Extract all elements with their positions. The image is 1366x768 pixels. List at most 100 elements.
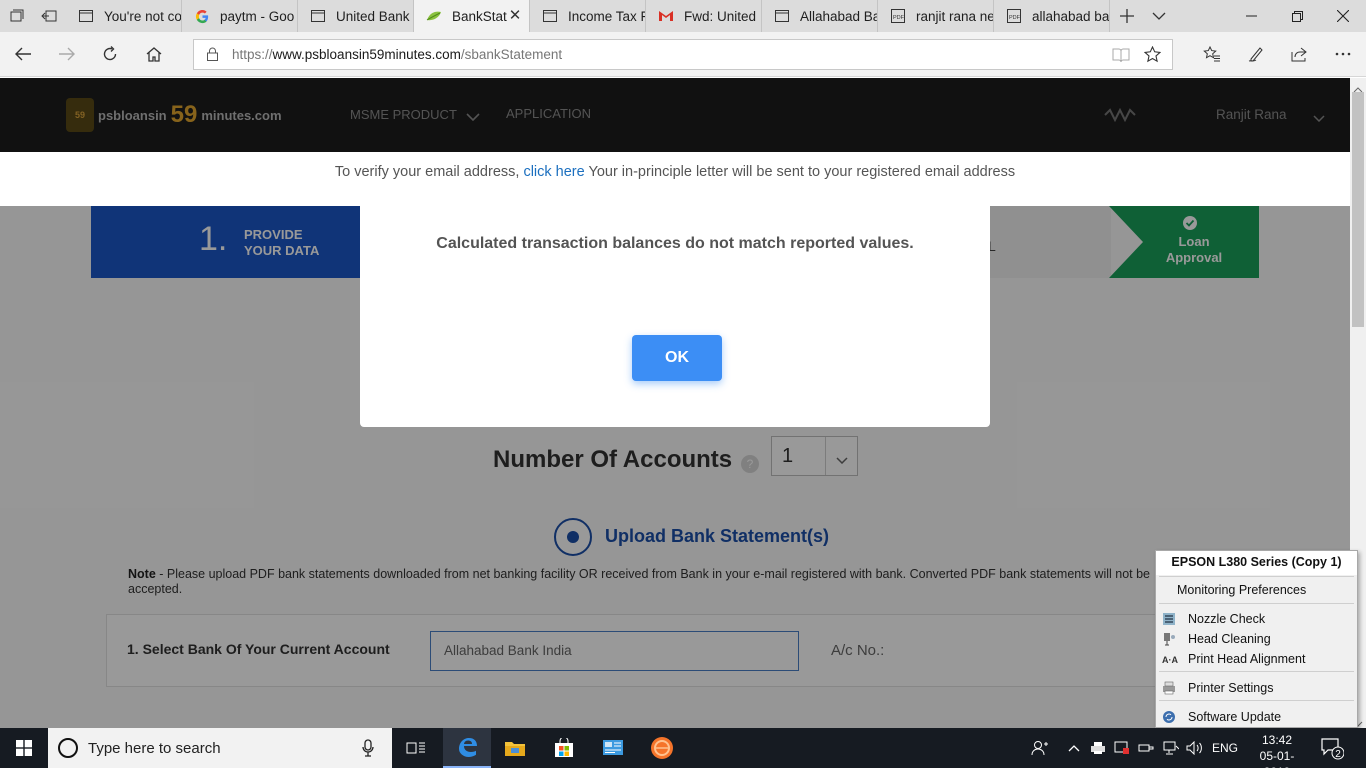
modal-overlay-header bbox=[0, 78, 1350, 152]
set-tabs-aside-icon[interactable] bbox=[32, 0, 66, 32]
taskbar-search-box[interactable]: Type here to search bbox=[48, 728, 392, 768]
verify-prefix-text: To verify your email address, bbox=[334, 164, 520, 180]
tab-label: BankStat bbox=[452, 8, 507, 24]
url-prefix: https:// bbox=[232, 47, 273, 62]
browser-toolbar: https://www.psbloansin59minutes.com/sban… bbox=[0, 32, 1366, 77]
printer-settings-icon bbox=[1162, 681, 1176, 695]
menu-item-nozzle-check[interactable]: Nozzle Check bbox=[1156, 609, 1357, 629]
back-icon[interactable] bbox=[6, 38, 40, 70]
tab-ranjit-rana-pdf[interactable]: PDF ranjit rana ne bbox=[878, 0, 994, 32]
close-tab-icon[interactable]: ✕ bbox=[507, 8, 523, 24]
svg-text:A·A: A·A bbox=[1162, 655, 1178, 665]
menu-item-printer-settings[interactable]: Printer Settings bbox=[1156, 678, 1357, 698]
tab-label: Fwd: United I bbox=[684, 8, 761, 24]
scrollbar-thumb[interactable] bbox=[1352, 92, 1364, 327]
tab-label: ranjit rana ne bbox=[916, 8, 993, 24]
favorite-star-icon[interactable] bbox=[1143, 45, 1162, 68]
store-icon[interactable] bbox=[540, 728, 588, 768]
show-hidden-icons-chevron-icon[interactable] bbox=[1064, 728, 1084, 768]
edge-browser-icon[interactable] bbox=[443, 728, 491, 768]
tab-income-tax[interactable]: Income Tax F bbox=[530, 0, 646, 32]
tab-allahabad-pdf[interactable]: PDF allahabad ba bbox=[994, 0, 1110, 32]
google-icon bbox=[194, 8, 210, 24]
tab-paytm-google[interactable]: paytm - Goo bbox=[182, 0, 298, 32]
verify-suffix-text: Your in-principle letter will be sent to… bbox=[588, 164, 1016, 180]
tab-preview-icon[interactable] bbox=[0, 0, 34, 32]
favorites-hub-icon[interactable] bbox=[1195, 38, 1229, 70]
ok-button[interactable]: OK bbox=[632, 335, 722, 381]
forward-icon[interactable] bbox=[50, 38, 84, 70]
printer-menu-header[interactable]: EPSON L380 Series (Copy 1) bbox=[1156, 551, 1357, 575]
minimize-icon[interactable] bbox=[1228, 0, 1274, 32]
action-center-icon[interactable]: 2 bbox=[1320, 736, 1345, 765]
tab-label: Income Tax F bbox=[568, 8, 645, 24]
verify-email-link[interactable]: click here bbox=[523, 164, 584, 180]
system-clock[interactable]: 13:42 05-01-2019 bbox=[1249, 732, 1305, 768]
notes-pen-icon[interactable] bbox=[1239, 38, 1273, 70]
people-icon[interactable] bbox=[1028, 728, 1052, 768]
head-cleaning-icon bbox=[1162, 632, 1176, 646]
url-text: https://www.psbloansin59minutes.com/sban… bbox=[232, 47, 562, 62]
security-alert-icon[interactable] bbox=[1112, 728, 1132, 768]
file-explorer-icon[interactable] bbox=[491, 728, 539, 768]
menu-item-label: Nozzle Check bbox=[1188, 612, 1266, 626]
page-icon bbox=[310, 8, 326, 24]
print-head-alignment-icon: A·A bbox=[1162, 652, 1178, 666]
svg-text:PDF: PDF bbox=[893, 15, 905, 21]
menu-item-print-head-alignment[interactable]: A·A Print Head Alignment bbox=[1156, 649, 1357, 669]
volume-icon[interactable] bbox=[1184, 728, 1206, 768]
windows-start-icon[interactable] bbox=[0, 728, 48, 768]
menu-separator bbox=[1159, 671, 1354, 672]
tab-united-bank[interactable]: United Bank bbox=[298, 0, 414, 32]
printer-tray-icon[interactable] bbox=[1088, 728, 1108, 768]
dialog-message: Calculated transaction balances do not m… bbox=[436, 235, 914, 252]
control-panel-icon[interactable] bbox=[589, 728, 637, 768]
menu-separator bbox=[1159, 700, 1354, 701]
task-view-icon[interactable] bbox=[392, 728, 440, 768]
search-placeholder: Type here to search bbox=[88, 740, 221, 757]
epson-app-icon[interactable] bbox=[638, 728, 686, 768]
notification-count: 2 bbox=[1335, 749, 1341, 760]
software-update-icon bbox=[1162, 710, 1176, 724]
usb-device-icon[interactable] bbox=[1136, 728, 1156, 768]
menu-item-label: Software Update bbox=[1188, 710, 1282, 724]
menu-item-software-update[interactable]: Software Update bbox=[1156, 707, 1357, 727]
tab-label: You're not co bbox=[104, 8, 181, 24]
menu-item-label: Printer Settings bbox=[1188, 681, 1274, 695]
network-icon[interactable] bbox=[1160, 728, 1182, 768]
lock-icon bbox=[207, 47, 218, 66]
tab-gmail-fwd[interactable]: Fwd: United I bbox=[646, 0, 762, 32]
tab-allahabad-bank[interactable]: Allahabad Ba bbox=[762, 0, 878, 32]
restore-icon[interactable] bbox=[1274, 0, 1320, 32]
url-path: /sbankStatement bbox=[460, 47, 563, 62]
input-language[interactable]: ENG bbox=[1212, 741, 1238, 755]
reading-view-icon[interactable] bbox=[1112, 47, 1130, 68]
clock-time: 13:42 bbox=[1261, 733, 1293, 747]
leaf-icon bbox=[426, 8, 442, 24]
tab-bankstatement[interactable]: BankStat ✕ bbox=[414, 0, 530, 32]
menu-item-monitoring-preferences[interactable]: Monitoring Preferences bbox=[1156, 580, 1357, 600]
tab-list-chevron-icon[interactable] bbox=[1142, 0, 1176, 32]
menu-item-head-cleaning[interactable]: Head Cleaning bbox=[1156, 629, 1357, 649]
nozzle-check-icon bbox=[1162, 612, 1176, 626]
page-icon bbox=[542, 8, 558, 24]
refresh-icon[interactable] bbox=[93, 38, 127, 70]
address-bar[interactable]: https://www.psbloansin59minutes.com/sban… bbox=[193, 39, 1173, 70]
gmail-icon bbox=[658, 8, 674, 24]
close-window-icon[interactable] bbox=[1320, 0, 1366, 32]
tab-label: paytm - Goo bbox=[220, 8, 295, 24]
home-icon[interactable] bbox=[137, 38, 171, 70]
microphone-icon[interactable] bbox=[362, 739, 374, 762]
clock-date: 05-01-2019 bbox=[1259, 749, 1295, 768]
pdf-icon: PDF bbox=[1006, 8, 1022, 24]
svg-text:PDF: PDF bbox=[1009, 15, 1021, 21]
cortana-icon bbox=[58, 738, 78, 758]
share-icon[interactable] bbox=[1282, 38, 1316, 70]
menu-item-label: Head Cleaning bbox=[1188, 632, 1271, 646]
more-menu-icon[interactable] bbox=[1326, 38, 1360, 70]
new-tab-icon[interactable] bbox=[1110, 0, 1144, 32]
tab-label: allahabad ba bbox=[1032, 8, 1109, 24]
tab-label: Allahabad Ba bbox=[800, 8, 877, 24]
tab-youre-not-connected[interactable]: You're not co bbox=[66, 0, 182, 32]
tab-label: United Bank bbox=[336, 8, 410, 24]
